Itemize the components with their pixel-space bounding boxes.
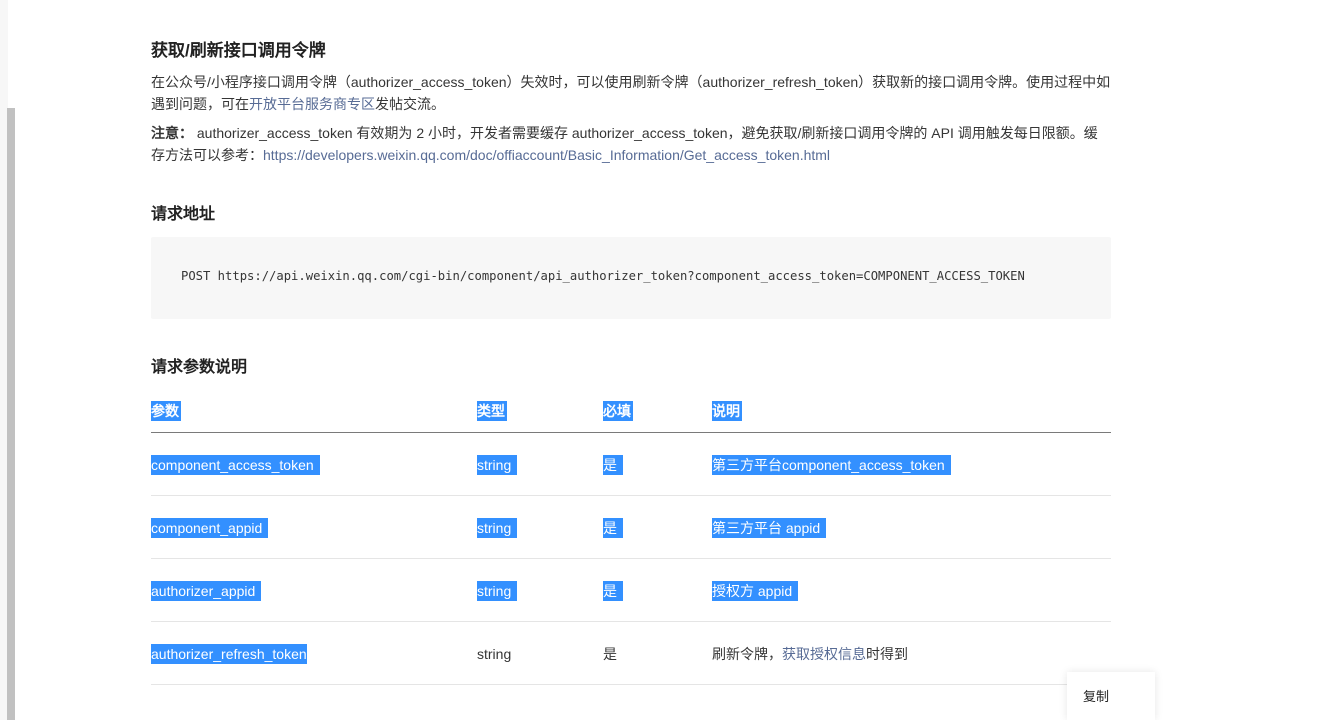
- table-row: component_access_token string 是 第三方平台com…: [151, 433, 1111, 496]
- section-title: 获取/刷新接口调用令牌: [151, 41, 326, 60]
- doc-page: 获取/刷新接口调用令牌 在公众号/小程序接口调用令牌（authorizer_ac…: [0, 0, 1335, 720]
- note-label: 注意：: [151, 125, 193, 141]
- intro-text-end: 发帖交流。: [375, 96, 445, 112]
- code-block: POST https://api.weixin.qq.com/cgi-bin/c…: [151, 237, 1111, 319]
- param-required: 是: [603, 518, 623, 538]
- header-param: 参数: [151, 401, 181, 421]
- param-name: component_access_token: [151, 455, 320, 475]
- param-name: authorizer_appid: [151, 581, 262, 601]
- param-name: authorizer_refresh_token: [151, 644, 307, 664]
- note-paragraph: 注意： authorizer_access_token 有效期为 2 小时，开发…: [151, 122, 1111, 166]
- param-type: string: [477, 518, 518, 538]
- param-desc: 第三方平台component_access_token: [712, 455, 951, 475]
- param-type: string: [477, 646, 512, 662]
- params-title: 请求参数说明: [151, 359, 248, 376]
- param-desc: 刷新令牌，获取授权信息时得到: [712, 644, 908, 664]
- authorizer-info-link[interactable]: 获取授权信息: [782, 646, 866, 662]
- copy-button[interactable]: 复制: [1083, 686, 1109, 705]
- param-desc-text-end: 时得到: [866, 646, 908, 662]
- table-row: component_appid string 是 第三方平台 appid: [151, 496, 1111, 559]
- forum-link[interactable]: 开放平台服务商专区: [249, 96, 375, 112]
- header-required: 必填: [603, 401, 633, 421]
- param-required: 是: [603, 581, 623, 601]
- scrollbar-thumb[interactable]: [7, 108, 15, 720]
- param-desc: 第三方平台 appid: [712, 518, 827, 538]
- intro-paragraph: 在公众号/小程序接口调用令牌（authorizer_access_token）失…: [151, 71, 1111, 115]
- access-token-doc-link[interactable]: https://developers.weixin.qq.com/doc/off…: [263, 147, 830, 163]
- header-type: 类型: [477, 401, 507, 421]
- request-url-code[interactable]: POST https://api.weixin.qq.com/cgi-bin/c…: [181, 269, 1025, 283]
- param-name: component_appid: [151, 518, 269, 538]
- param-desc-text: 刷新令牌，: [712, 646, 782, 662]
- params-table: 参数 类型 必填 说明 component_access_token strin…: [151, 392, 1111, 685]
- param-required: 是: [603, 646, 617, 662]
- table-row: authorizer_refresh_token string 是 刷新令牌，获…: [151, 622, 1111, 685]
- param-required: 是: [603, 455, 623, 475]
- param-type: string: [477, 581, 518, 601]
- header-desc: 说明: [712, 401, 742, 421]
- table-header: 参数 类型 必填 说明: [151, 392, 1111, 433]
- request-url-title: 请求地址: [151, 206, 216, 223]
- param-desc: 授权方 appid: [712, 581, 799, 601]
- copy-popup[interactable]: 复制: [1067, 672, 1155, 720]
- table-row: authorizer_appid string 是 授权方 appid: [151, 559, 1111, 622]
- param-type: string: [477, 455, 518, 475]
